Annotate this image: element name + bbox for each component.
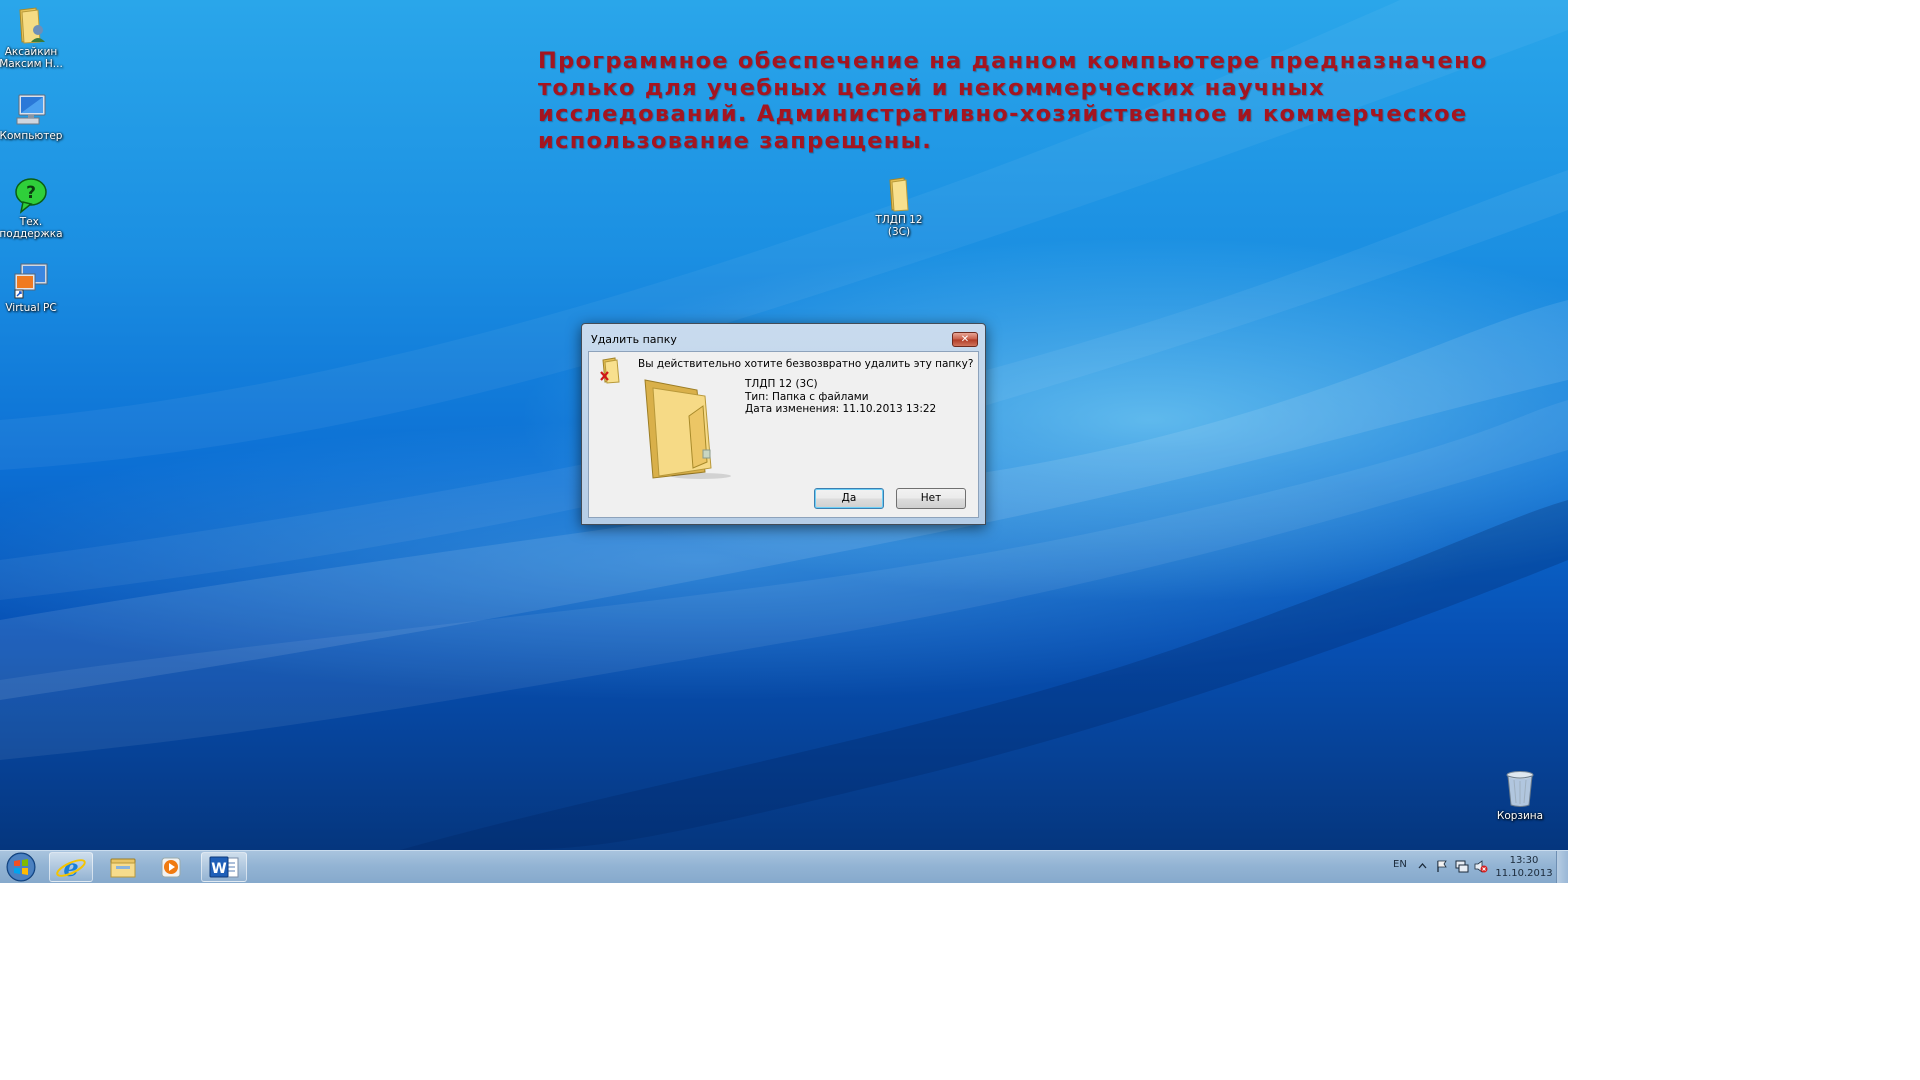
desktop-icon-label: Аксайкин Максим Н...	[0, 46, 63, 70]
close-icon: ✕	[960, 334, 970, 345]
item-name: ТЛДП 12 (3С)	[745, 378, 818, 390]
desktop-icon-tech-support[interactable]: ? Тех. поддержка	[0, 176, 66, 240]
item-modified: Дата изменения: 11.10.2013 13:22	[745, 403, 937, 415]
confirm-question: Вы действительно хотите безвозвратно уда…	[638, 358, 974, 370]
action-center-flag-icon[interactable]	[1436, 860, 1448, 873]
no-button[interactable]: Нет	[896, 488, 966, 509]
desktop-icon-label: Корзина	[1496, 810, 1544, 822]
taskbar-internet-explorer[interactable]: e	[49, 852, 93, 882]
taskbar-media-player[interactable]	[149, 852, 193, 882]
item-type: Тип: Папка с файлами	[745, 390, 869, 403]
delete-folder-dialog: Удалить папку ✕ Вы действительно хотите …	[581, 323, 986, 525]
clock-time: 13:30	[1509, 855, 1539, 866]
computer-icon	[16, 94, 46, 125]
yes-button[interactable]: Да	[814, 488, 884, 509]
volume-muted-icon[interactable]	[1474, 860, 1488, 873]
show-desktop-button[interactable]	[1556, 851, 1568, 883]
desktop-icon-label: Тех. поддержка	[0, 216, 63, 240]
folder-icon	[889, 177, 909, 212]
clock[interactable]: 13:30 11.10.2013	[1492, 854, 1556, 880]
desktop-icon-computer[interactable]: Компьютер	[0, 92, 66, 142]
license-notice: Программное обеспечение на данном компью…	[538, 48, 1488, 154]
clock-date: 11.10.2013	[1495, 868, 1553, 879]
taskbar: e W EN 13:30 11.10.2013	[0, 850, 1568, 883]
desktop-icon-user-folder[interactable]: Аксайкин Максим Н...	[0, 6, 66, 70]
explorer-icon	[110, 858, 136, 878]
item-details: ТЛДП 12 (3С) Тип: Папка с файлами Дата и…	[745, 378, 936, 416]
dialog-title: Удалить папку	[591, 333, 677, 346]
internet-explorer-icon: e	[56, 853, 86, 882]
recycle-bin-icon	[1506, 771, 1534, 807]
start-button[interactable]	[4, 852, 38, 882]
close-button[interactable]: ✕	[952, 332, 978, 347]
desktop-icon-recycle-bin[interactable]: Корзина	[1485, 770, 1555, 822]
delete-folder-icon	[600, 357, 620, 384]
svg-text:e: e	[63, 853, 78, 881]
language-indicator[interactable]: EN	[1393, 859, 1407, 870]
desktop-icon-label: Virtual PC	[5, 302, 57, 314]
virtual-pc-icon	[14, 263, 48, 299]
network-icon[interactable]	[1455, 860, 1469, 873]
folder-preview-icon	[644, 379, 731, 479]
desktop-icon-folder-tldp[interactable]: ТЛДП 12 (3С)	[864, 176, 934, 238]
media-player-icon	[161, 857, 181, 878]
taskbar-word[interactable]: W	[201, 852, 247, 882]
svg-text:?: ?	[26, 183, 36, 203]
desktop-icon-label: ТЛДП 12 (3С)	[875, 214, 923, 238]
help-icon: ?	[15, 178, 47, 214]
taskbar-explorer[interactable]	[101, 852, 145, 882]
windows-logo-icon	[6, 852, 36, 882]
desktop-icon-label: Компьютер	[0, 130, 63, 142]
user-folder-icon	[19, 7, 45, 44]
word-icon: W	[209, 856, 239, 878]
show-hidden-icons-icon[interactable]	[1418, 863, 1427, 869]
svg-text:W: W	[211, 861, 226, 877]
desktop-icon-virtual-pc[interactable]: Virtual PC	[0, 262, 66, 314]
